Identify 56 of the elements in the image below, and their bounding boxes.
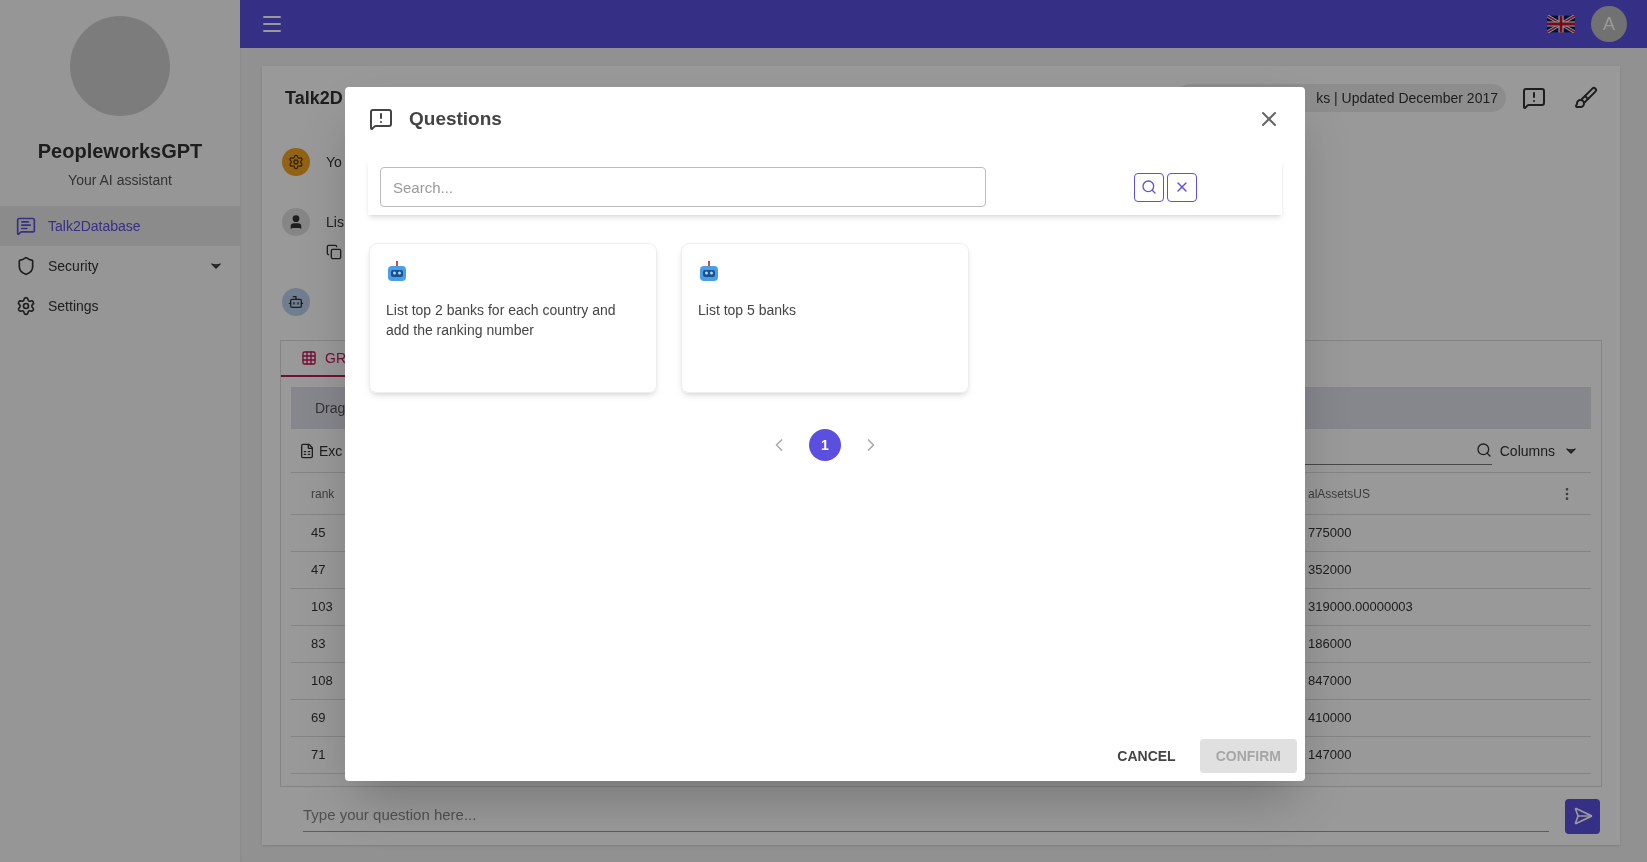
export-button[interactable]: Exc bbox=[319, 440, 343, 461]
message-text: Lis bbox=[326, 213, 344, 232]
table-cell-text: 45 bbox=[310, 524, 327, 543]
question-text: List top 2 banks for each country and add the ranking number bbox=[386, 301, 617, 340]
column-header[interactable]: alAssetsUS bbox=[1308, 485, 1591, 502]
table-cell-text: 147000 bbox=[1308, 746, 1353, 765]
excel-icon[interactable] bbox=[299, 442, 315, 459]
nav-item[interactable]: Security bbox=[0, 246, 240, 286]
table-cell-text: 47 bbox=[310, 561, 327, 580]
question-card[interactable]: List top 5 banks bbox=[681, 243, 969, 393]
shield-icon bbox=[16, 256, 36, 276]
send-icon bbox=[1572, 806, 1593, 826]
question-card[interactable]: List top 2 banks for each country and add the ranking number bbox=[369, 243, 657, 393]
table-cell-text: 71 bbox=[310, 746, 327, 765]
gear-avatar bbox=[282, 148, 310, 176]
page-title: Talk2D bbox=[285, 86, 343, 110]
robot-icon bbox=[698, 260, 720, 284]
grid-icon bbox=[301, 350, 317, 366]
flag-icon[interactable] bbox=[1547, 15, 1575, 33]
brush-icon[interactable] bbox=[1574, 86, 1598, 110]
dialog-title: Questions bbox=[409, 106, 503, 131]
send-button[interactable] bbox=[1565, 798, 1600, 834]
table-cell-text: 319000.00000003 bbox=[1308, 598, 1414, 617]
settings-icon bbox=[16, 296, 36, 316]
table-cell-text: 847000 bbox=[1308, 672, 1353, 691]
table-cell-text: 108 bbox=[310, 672, 334, 691]
search-icon bbox=[1141, 179, 1157, 195]
table-cell-text: 83 bbox=[310, 635, 327, 654]
table-cell-text: 352000 bbox=[1308, 561, 1353, 580]
robot-avatar bbox=[282, 288, 310, 316]
app-name: PeopleworksGPT bbox=[36, 139, 204, 164]
search-button[interactable] bbox=[1134, 172, 1164, 202]
questions-icon bbox=[369, 107, 393, 131]
search-field[interactable]: Search... bbox=[380, 167, 986, 207]
question-input[interactable]: Type your question here... bbox=[303, 800, 1549, 832]
search-icon bbox=[1475, 442, 1492, 458]
table-cell-text: 775000 bbox=[1308, 524, 1353, 543]
table-cell-text: 186000 bbox=[1308, 635, 1353, 654]
table-cell-text: 410000 bbox=[1308, 709, 1353, 728]
dialog-button[interactable]: CANCEL bbox=[1101, 739, 1192, 773]
app-subtitle: Your AI assistant bbox=[67, 171, 173, 190]
columns-button[interactable]: Columns bbox=[1499, 440, 1555, 461]
drag-hint: Drag bbox=[315, 399, 346, 418]
copy-icon[interactable] bbox=[326, 244, 342, 260]
user-avatar bbox=[282, 208, 310, 236]
nav-item[interactable]: Settings bbox=[0, 286, 240, 326]
questions-icon[interactable] bbox=[1522, 86, 1546, 110]
message-text: Yo bbox=[326, 153, 342, 172]
table-cell-text: 103 bbox=[310, 598, 334, 617]
table-cell-text: 69 bbox=[310, 709, 327, 728]
nav-item[interactable]: Talk2Database bbox=[0, 206, 240, 246]
robot-icon bbox=[386, 260, 408, 284]
chat-icon bbox=[16, 216, 36, 236]
page-button[interactable]: 1 bbox=[809, 429, 841, 461]
question-text: List top 5 banks bbox=[698, 301, 798, 320]
clear-button[interactable] bbox=[1167, 172, 1197, 202]
